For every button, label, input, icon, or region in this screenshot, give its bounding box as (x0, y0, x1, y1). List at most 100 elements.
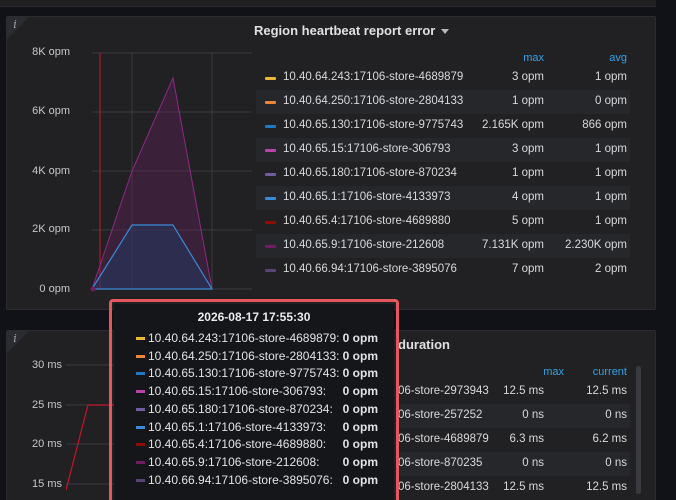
legend-max-value: 7 opm (512, 263, 544, 275)
legend-max-value: 2.165K opm (481, 119, 544, 131)
tooltip-series-name: 10.40.65.9:17106-store-212608: (148, 454, 320, 469)
graph-tooltip: 2026-08-17 17:55:30 10.40.64.243:17106-s… (114, 304, 394, 500)
legend-series-name: 10.40.65.15:17106-store-306793 (283, 143, 451, 155)
info-icon[interactable]: i (8, 18, 22, 32)
legend-item[interactable]: 10.40.65.9:17106-store-212608 7.131K opm… (256, 234, 630, 258)
legend-max-value: 12.5 ms (503, 385, 544, 397)
legend-avg-value: 2.230K opm (564, 239, 627, 251)
y-tick: 30 ms (32, 359, 62, 371)
legend-item[interactable]: 10.40.66.94:17106-store-3895076 7 opm 2 … (256, 258, 630, 282)
legend-series-name: 10.40.65.130:17106-store-9775743 (283, 119, 464, 131)
legend-avg-value: 1 opm (595, 215, 627, 227)
series-color-swatch (265, 221, 276, 224)
legend-item[interactable]: 06-store-2973943 12.5 ms 12.5 ms (398, 380, 630, 404)
series-color-swatch (136, 460, 145, 464)
legend-max-value: 4 opm (512, 191, 544, 203)
panel-title[interactable]: Region heartbeat report error (254, 23, 450, 38)
tooltip-series-name: 10.40.64.243:17106-store-4689879: (148, 331, 340, 345)
tooltip-series-value: 0 opm (342, 454, 378, 469)
chevron-down-icon[interactable] (441, 29, 450, 35)
previous-panel-edge (0, 0, 656, 7)
legend-item[interactable]: 10.40.65.1:17106-store-4133973 4 opm 1 o… (256, 186, 630, 210)
legend-item[interactable]: 10.40.65.130:17106-store-9775743 2.165K … (256, 114, 630, 138)
legend-item[interactable]: 10.40.64.243:17106-store-4689879 3 opm 1… (256, 66, 630, 90)
panel-title[interactable]: duration (398, 337, 450, 352)
legend-avg-value: 0 opm (595, 95, 627, 107)
tooltip-series-name: 10.40.65.180:17106-store-870234: (148, 401, 333, 416)
legend-current-value: 0 ns (605, 409, 627, 421)
legend-item[interactable]: 06-store-2804133 12.5 ms 12.5 ms (398, 476, 630, 500)
panel-title-text: Region heartbeat report error (254, 23, 436, 38)
legend-current-value: 0 ns (605, 457, 627, 469)
legend-item[interactable]: 10.40.64.250:17106-store-2804133 1 opm 0… (256, 90, 630, 114)
series-color-swatch (136, 443, 145, 447)
series-color-swatch (136, 478, 145, 482)
y-tick: 25 ms (32, 399, 62, 411)
legend-series-name: 06-store-257252 (398, 409, 483, 421)
tooltip-row: 10.40.65.130:17106-store-9775743: 0 opm (136, 365, 386, 383)
series-color-swatch (265, 149, 276, 152)
legend-scrollbar[interactable] (636, 366, 641, 494)
tooltip-row: 10.40.65.9:17106-store-212608: 0 opm (136, 454, 386, 472)
tooltip-series-value: 0 opm (342, 331, 378, 345)
legend-item[interactable]: 06-store-870235 0 ns 0 ns (398, 452, 630, 476)
tooltip-series-value: 0 opm (342, 419, 378, 434)
legend-item[interactable]: 10.40.65.180:17106-store-870234 1 opm 1 … (256, 162, 630, 186)
tooltip-row: 10.40.65.180:17106-store-870234: 0 opm (136, 401, 386, 419)
tooltip-series-name: 10.40.65.4:17106-store-4689880: (148, 437, 327, 452)
heartbeat-error-chart[interactable] (76, 50, 252, 300)
series-color-swatch (265, 173, 276, 176)
tooltip-series-value: 0 opm (342, 384, 378, 399)
tooltip-timestamp: 2026-08-17 17:55:30 (197, 310, 311, 324)
legend-item[interactable]: 06-store-4689879 6.3 ms 6.2 ms (398, 428, 630, 452)
legend-max-value: 12.5 ms (503, 481, 544, 493)
legend-avg-value: 866 opm (582, 119, 627, 131)
legend-avg-value: 2 opm (595, 263, 627, 275)
legend-max-value: 1 opm (512, 167, 544, 179)
tooltip-series-value: 0 opm (342, 348, 378, 363)
legend-avg-value: 1 opm (595, 167, 627, 179)
series-color-swatch (265, 77, 276, 80)
legend-item[interactable]: 06-store-257252 0 ns 0 ns (398, 404, 630, 428)
legend-max-value: 3 opm (512, 71, 544, 83)
y-tick: 15 ms (32, 478, 62, 490)
hover-point (90, 286, 96, 292)
series-color-swatch (265, 245, 276, 248)
legend-avg-value: 1 opm (595, 71, 627, 83)
legend-max-value: 0 ns (522, 409, 544, 421)
legend-max-value: 0 ns (522, 457, 544, 469)
legend-max-value: 7.131K opm (481, 239, 544, 251)
legend-item[interactable]: 10.40.65.15:17106-store-306793 3 opm 1 o… (256, 138, 630, 162)
y-tick: 0 opm (39, 283, 70, 295)
legend-header-current[interactable]: current (572, 366, 627, 378)
legend-header-max[interactable]: max (490, 52, 544, 64)
legend-series-name: 06-store-4689879 (398, 433, 489, 445)
legend-series-name: 10.40.64.243:17106-store-4689879 (283, 71, 464, 83)
legend-series-name: 06-store-2973943 (398, 385, 489, 397)
legend-series-name: 10.40.65.4:17106-store-4689880 (283, 215, 451, 227)
tooltip-series-value: 0 opm (342, 437, 378, 452)
legend-current-value: 6.2 ms (592, 433, 627, 445)
legend-current-value: 12.5 ms (586, 481, 627, 493)
legend-item[interactable]: 10.40.65.4:17106-store-4689880 5 opm 1 o… (256, 210, 630, 234)
legend-avg-value: 1 opm (595, 143, 627, 155)
tooltip-series-value: 0 opm (342, 366, 378, 381)
tooltip-series-name: 10.40.65.15:17106-store-306793: (148, 384, 327, 399)
legend-max-value: 6.3 ms (509, 433, 544, 445)
y-tick: 8K opm (32, 46, 70, 58)
series-color-swatch (265, 125, 276, 128)
legend-header-max[interactable]: max (510, 366, 564, 378)
tooltip-series-value: 0 opm (342, 472, 378, 487)
legend-series-name: 10.40.65.180:17106-store-870234 (283, 167, 457, 179)
series-color-swatch (136, 390, 145, 394)
series-color-swatch (265, 269, 276, 272)
legend-max-value: 3 opm (512, 143, 544, 155)
legend-avg-value: 1 opm (595, 191, 627, 203)
info-icon[interactable]: i (8, 332, 22, 346)
tooltip-row: 10.40.65.4:17106-store-4689880: 0 opm (136, 436, 386, 454)
series-color-swatch (136, 372, 145, 376)
series-color-swatch (136, 407, 145, 411)
series-color-swatch (136, 337, 145, 340)
tooltip-series-name: 10.40.65.130:17106-store-9775743: (148, 366, 340, 381)
legend-header-avg[interactable]: avg (578, 52, 627, 64)
